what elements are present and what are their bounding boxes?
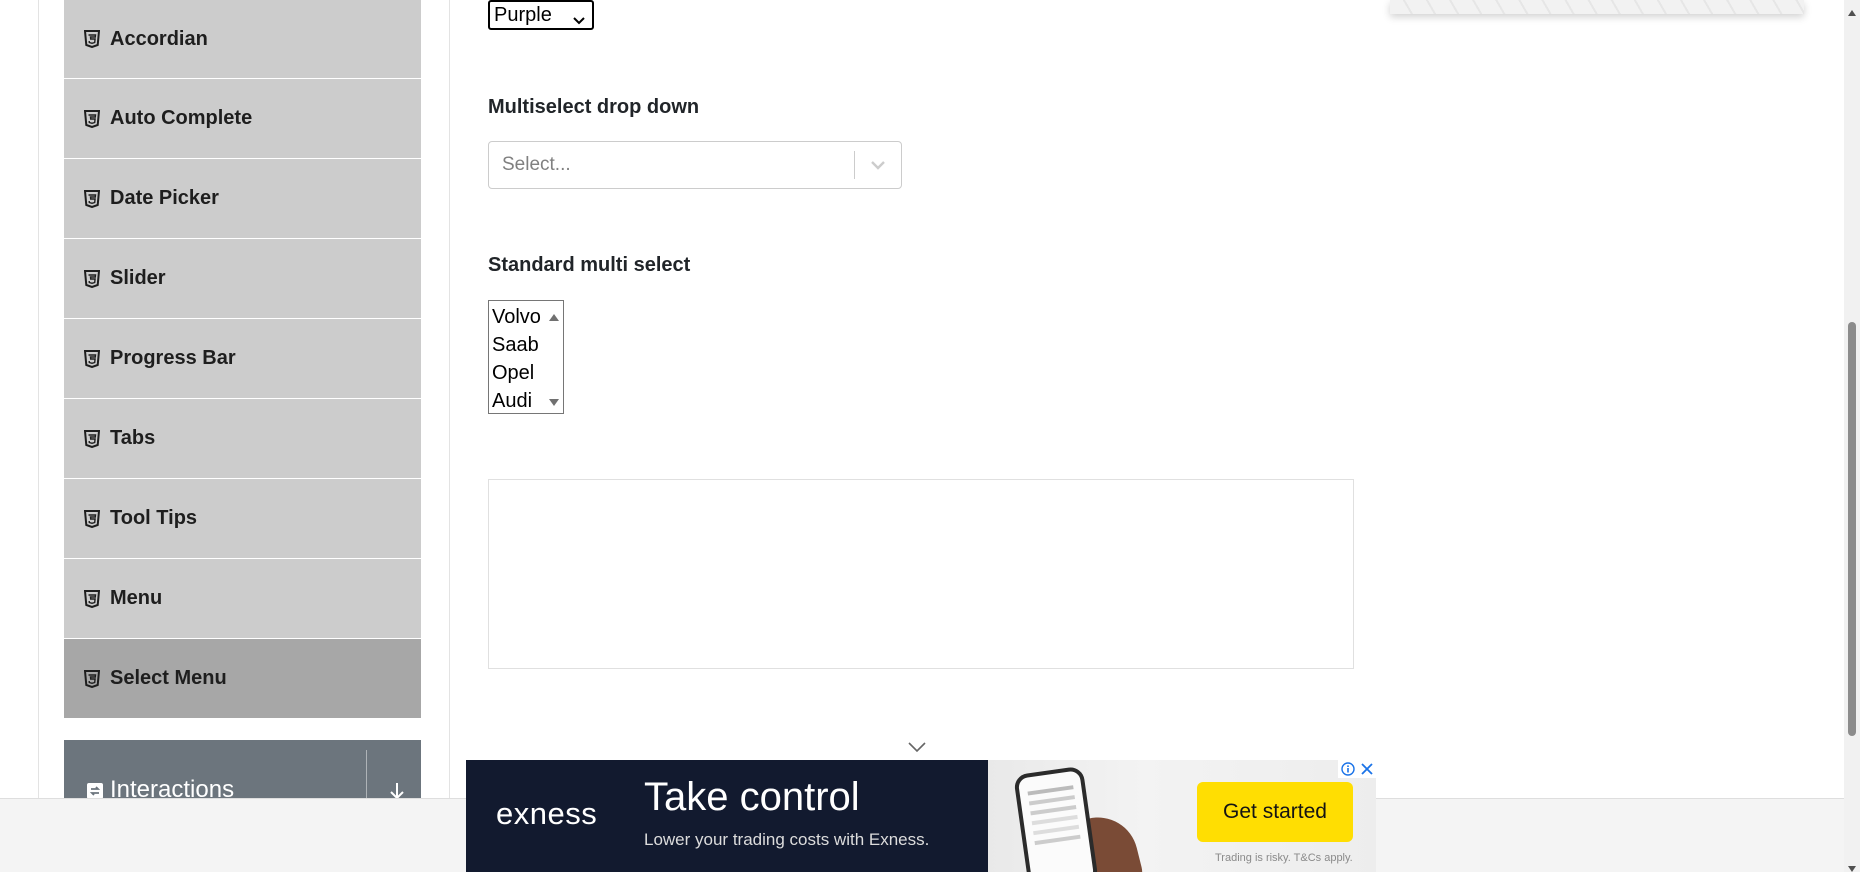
sidebar-item-slider[interactable]: Slider [64,239,421,319]
sidebar-menu-list: Accordian Auto Complete Date Picker Slid… [64,0,421,719]
sidebar-group-divider [366,750,367,800]
banner-ad[interactable]: exness Take control Lower your trading c… [466,760,1376,872]
ad-disclaimer: Trading is risky. T&Cs apply. [1215,852,1353,864]
sidebar-group-interactions[interactable]: Interactions [64,740,421,800]
html5-icon [82,29,102,49]
sidebar-item-progress-bar[interactable]: Progress Bar [64,319,421,399]
sidebar-item-auto-complete[interactable]: Auto Complete [64,79,421,159]
sidebar-item-label: Select Menu [110,667,227,689]
arrow-down-icon[interactable] [386,780,408,800]
ad-brand-logo: exness [496,796,598,831]
sidebar-item-label: Tabs [110,427,156,449]
multi-select-option[interactable]: Audi [489,387,545,415]
sidebar-item-menu[interactable]: Menu [64,559,421,639]
page-scrollbar[interactable] [1844,0,1860,872]
sidebar-item-select-menu[interactable]: Select Menu [64,639,421,719]
sidebar-item-tool-tips[interactable]: Tool Tips [64,479,421,559]
info-icon[interactable] [1340,762,1355,776]
scroll-up-arrow-icon[interactable] [548,309,560,321]
scroll-down-arrow-icon[interactable] [1847,860,1857,872]
multi-select-option[interactable]: Opel [489,359,545,387]
scroll-up-arrow-icon[interactable] [1847,4,1857,16]
multiselect-placeholder: Select... [502,154,571,175]
sidebar-item-label: Tool Tips [110,507,198,529]
sidebar-item-label: Auto Complete [110,107,253,129]
html5-icon [82,509,102,529]
scroll-down-arrow-icon[interactable] [548,395,560,406]
multi-select-option[interactable]: Volvo [489,303,545,331]
ad-subline: Lower your trading costs with Exness. [644,830,930,849]
scrollbar-thumb[interactable] [1848,322,1856,736]
close-icon[interactable] [1360,762,1374,776]
multi-select-option[interactable]: Saab [489,331,545,359]
sidebar-item-label: Accordian [110,27,208,50]
sidebar-item-tabs[interactable]: Tabs [64,399,421,479]
multiselect-dropdown[interactable]: Select... [488,141,902,189]
sidebar-item-label: Menu [110,587,163,609]
html5-icon [82,669,102,689]
ad-placeholder-box [488,479,1354,669]
standard-multi-select[interactable]: Volvo Saab Opel Audi [488,300,564,414]
ad-choices[interactable] [1338,760,1376,778]
ad-headline: Take control [644,775,860,819]
old-select-value: Purple [494,3,552,26]
sidebar-group-label: Interactions [110,776,235,800]
sidebar-item-label: Progress Bar [110,347,236,369]
sidebar-item-label: Slider [110,267,166,289]
html5-icon [82,189,102,209]
html5-icon [82,349,102,369]
chevron-down-icon [572,10,586,25]
sidebar-item-date-picker[interactable]: Date Picker [64,159,421,239]
sidebar-item-accordian[interactable]: Accordian [64,0,421,79]
ad-cta-button[interactable]: Get started [1197,782,1353,842]
top-image-card [1390,0,1804,14]
chevron-down-icon[interactable] [855,141,901,189]
multiselect-title: Multiselect drop down [488,96,700,118]
html5-icon [82,429,102,449]
html5-icon [82,269,102,289]
chevron-down-icon[interactable] [906,740,928,754]
old-style-select[interactable]: Purple [488,0,594,30]
html5-icon [82,589,102,609]
sidebar-item-label: Date Picker [110,187,219,209]
standard-multi-select-title: Standard multi select [488,254,691,276]
html5-icon [82,109,102,129]
